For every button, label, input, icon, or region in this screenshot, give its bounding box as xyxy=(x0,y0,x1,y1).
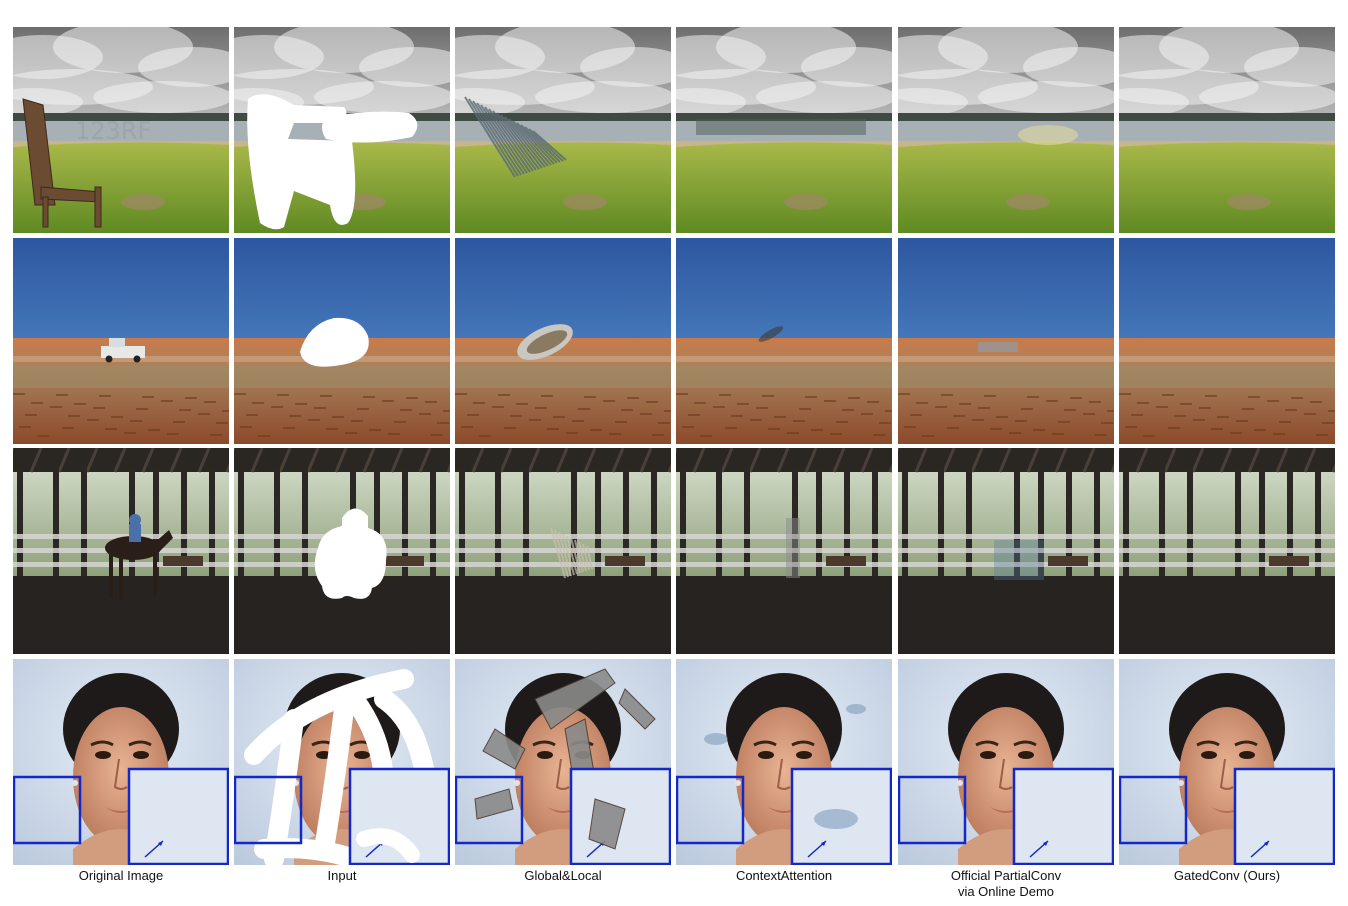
image-desert-outback-truck-col-3 xyxy=(455,238,671,444)
scene-image xyxy=(455,659,671,865)
scene-image xyxy=(234,27,450,233)
image-face-portrait-col-5 xyxy=(898,659,1114,865)
scene-image xyxy=(898,448,1114,654)
image-desert-outback-truck-col-1 xyxy=(13,238,229,444)
column-caption-6: GatedConv (Ours) xyxy=(1119,868,1335,884)
scene-image: 123RF xyxy=(13,27,229,233)
scene-image xyxy=(676,238,892,444)
scene-image xyxy=(898,238,1114,444)
image-desert-outback-truck-col-2 xyxy=(234,238,450,444)
column-caption-5: Official PartialConv via Online Demo xyxy=(898,868,1114,900)
image-cloudy-lake-bench-col-5 xyxy=(898,27,1114,233)
comparison-grid: 123RF xyxy=(13,27,1335,865)
scene-image xyxy=(676,448,892,654)
scene-image xyxy=(13,659,229,865)
scene-image xyxy=(234,238,450,444)
image-face-portrait-col-1 xyxy=(13,659,229,865)
caption-line: Official PartialConv xyxy=(950,868,1062,883)
image-cloudy-lake-bench-col-4 xyxy=(676,27,892,233)
caption-line: Original Image xyxy=(78,868,164,883)
image-desert-outback-truck-col-4 xyxy=(676,238,892,444)
column-caption-1: Original Image xyxy=(13,868,229,884)
scene-image xyxy=(13,448,229,654)
image-horse-arena-col-2 xyxy=(234,448,450,654)
scene-image xyxy=(676,659,892,865)
image-face-portrait-col-4 xyxy=(676,659,892,865)
scene-image xyxy=(455,448,671,654)
image-desert-outback-truck-col-5 xyxy=(898,238,1114,444)
svg-text:123RF: 123RF xyxy=(75,117,151,145)
scene-image xyxy=(1119,238,1335,444)
image-cloudy-lake-bench-col-2 xyxy=(234,27,450,233)
caption-line: ContextAttention xyxy=(735,868,833,883)
scene-image xyxy=(1119,448,1335,654)
image-horse-arena-col-3 xyxy=(455,448,671,654)
column-caption-2: Input xyxy=(234,868,450,884)
image-face-portrait-col-2 xyxy=(234,659,450,865)
scene-image xyxy=(898,659,1114,865)
scene-image xyxy=(455,238,671,444)
image-desert-outback-truck-col-6 xyxy=(1119,238,1335,444)
scene-image xyxy=(676,27,892,233)
image-cloudy-lake-bench-col-3 xyxy=(455,27,671,233)
column-caption-4: ContextAttention xyxy=(676,868,892,884)
caption-line: GatedConv (Ours) xyxy=(1173,868,1281,883)
image-face-portrait-col-3 xyxy=(455,659,671,865)
scene-image xyxy=(1119,659,1335,865)
image-face-portrait-col-6 xyxy=(1119,659,1335,865)
image-horse-arena-col-4 xyxy=(676,448,892,654)
image-horse-arena-col-1 xyxy=(13,448,229,654)
scene-image xyxy=(13,238,229,444)
image-cloudy-lake-bench-col-6 xyxy=(1119,27,1335,233)
scene-image xyxy=(455,27,671,233)
scene-image xyxy=(234,659,450,865)
image-horse-arena-col-5 xyxy=(898,448,1114,654)
image-cloudy-lake-bench-col-1: 123RF xyxy=(13,27,229,233)
scene-image xyxy=(898,27,1114,233)
caption-line: Global&Local xyxy=(524,868,602,883)
column-caption-3: Global&Local xyxy=(455,868,671,884)
scene-image xyxy=(1119,27,1335,233)
image-horse-arena-col-6 xyxy=(1119,448,1335,654)
caption-line: Input xyxy=(327,868,357,883)
caption-line: via Online Demo xyxy=(957,884,1055,899)
scene-image xyxy=(234,448,450,654)
